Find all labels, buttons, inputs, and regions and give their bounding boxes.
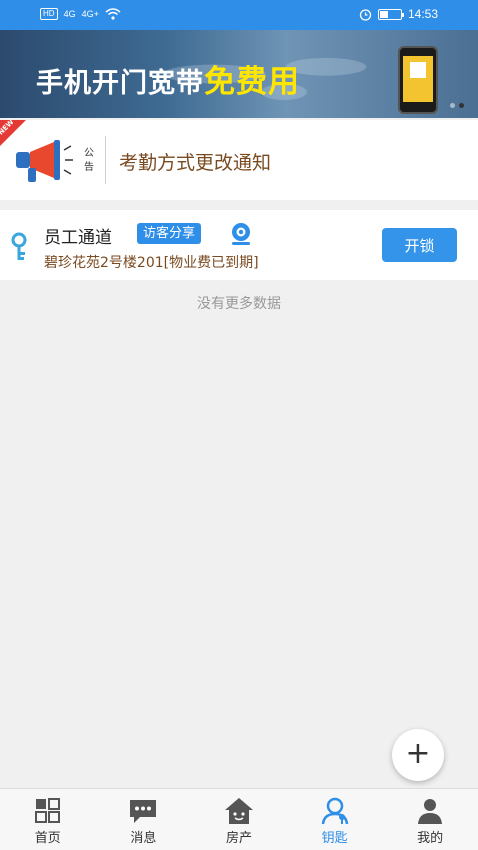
user-icon <box>418 799 443 824</box>
notice-title[interactable]: 考勤方式更改通知 <box>119 148 271 175</box>
nav-keys-label: 钥匙 <box>321 831 348 846</box>
banner-text-main: 手机开门宽带 <box>36 68 204 99</box>
battery-icon <box>377 8 404 20</box>
key-person-icon <box>321 797 348 825</box>
nav-keys[interactable]: 钥匙 <box>287 789 383 850</box>
key-list-item[interactable]: 员工通道 访客分享 碧珍花苑2号楼201[物业费已到期] 开锁 <box>0 210 478 280</box>
hd-icon: HD <box>40 8 58 20</box>
wifi-icon <box>105 8 121 20</box>
key-name: 员工通道 <box>44 228 112 248</box>
pager-dot <box>450 103 455 108</box>
banner-pager <box>450 103 464 108</box>
nav-home-label: 首页 <box>34 831 61 846</box>
status-right: 14:53 <box>359 7 438 21</box>
bottom-nav: 首页 消息 房产 钥匙 我的 <box>0 788 478 850</box>
signal-4g-plus: 4G+ <box>81 9 99 19</box>
megaphone-icon <box>16 140 73 182</box>
nav-messages-label: 消息 <box>130 831 157 846</box>
house-icon <box>224 798 253 824</box>
nav-property-label: 房产 <box>225 831 252 846</box>
nav-home[interactable]: 首页 <box>0 789 96 850</box>
add-button[interactable]: + <box>392 729 444 781</box>
promo-banner[interactable]: 手机开门宽带免费用 <box>0 30 478 118</box>
message-icon <box>130 800 157 823</box>
unlock-button[interactable]: 开锁 <box>382 228 457 262</box>
nav-messages[interactable]: 消息 <box>96 789 192 850</box>
banner-headline: 手机开门宽带免费用 <box>36 56 300 101</box>
notice-tag: 公告 <box>84 148 94 173</box>
key-address: 碧珍花苑2号楼201[物业费已到期] <box>44 255 259 271</box>
pager-dot-active <box>459 103 464 108</box>
camera-icon[interactable] <box>228 222 254 246</box>
grid-icon <box>34 798 60 823</box>
status-bar: HD 4G 4G+ 14:53 <box>0 0 478 30</box>
nav-property[interactable]: 房产 <box>191 789 287 850</box>
clock: 14:53 <box>407 7 438 21</box>
phone-illustration <box>398 46 438 114</box>
visitor-share-button[interactable]: 访客分享 <box>137 223 202 244</box>
banner-text-highlight: 免费用 <box>204 64 300 100</box>
nav-me-label: 我的 <box>417 831 444 846</box>
alarm-icon <box>359 8 372 21</box>
announcement-card[interactable]: NEW 公告 考勤方式更改通知 <box>0 118 478 200</box>
no-more-data-label: 没有更多数据 <box>197 296 281 312</box>
key-icon <box>11 232 27 260</box>
signal-4g: 4G <box>63 9 76 19</box>
signal-indicators: HD 4G 4G+ <box>40 8 121 20</box>
divider <box>105 136 106 184</box>
nav-me[interactable]: 我的 <box>382 789 478 850</box>
